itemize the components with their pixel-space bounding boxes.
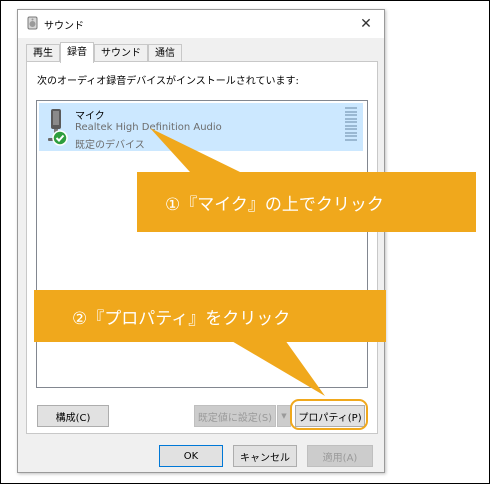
apply-button[interactable]: 適用(A) xyxy=(307,445,373,467)
ok-button[interactable]: OK xyxy=(159,445,223,467)
instruction-text: 次のオーディオ録音デバイスがインストールされています: xyxy=(37,76,299,87)
callout1-tail xyxy=(150,128,240,172)
set-default-button[interactable]: 既定値に設定(S) xyxy=(194,405,276,427)
callout2-tail xyxy=(230,340,325,396)
close-button[interactable]: ✕ xyxy=(348,10,384,38)
tab-recording[interactable]: 録音 xyxy=(60,42,94,63)
chevron-down-icon: ▼ xyxy=(281,412,287,420)
tab-strip: 再生 録音 サウンド 通信 xyxy=(26,42,182,63)
speaker-icon xyxy=(27,16,38,30)
window-title: サウンド xyxy=(44,21,84,32)
configure-button[interactable]: 構成(C) xyxy=(37,405,109,427)
callout-click-mic: ①『マイク』の上でクリック xyxy=(137,172,476,232)
close-icon: ✕ xyxy=(360,16,372,32)
device-status: 既定のデバイス xyxy=(75,140,145,151)
level-meter xyxy=(345,107,357,145)
properties-highlight xyxy=(290,399,368,430)
callout-click-properties: ②『プロパティ』をクリック xyxy=(34,290,386,342)
microphone-icon xyxy=(48,109,68,146)
callout2-text: ②『プロパティ』をクリック xyxy=(72,308,291,329)
title-bar: サウンド ✕ xyxy=(18,10,384,38)
callout1-text: ①『マイク』の上でクリック xyxy=(165,194,384,215)
device-name: マイク xyxy=(75,111,105,122)
cancel-button[interactable]: キャンセル xyxy=(233,445,297,467)
set-default-dropdown[interactable]: ▼ xyxy=(277,405,291,427)
